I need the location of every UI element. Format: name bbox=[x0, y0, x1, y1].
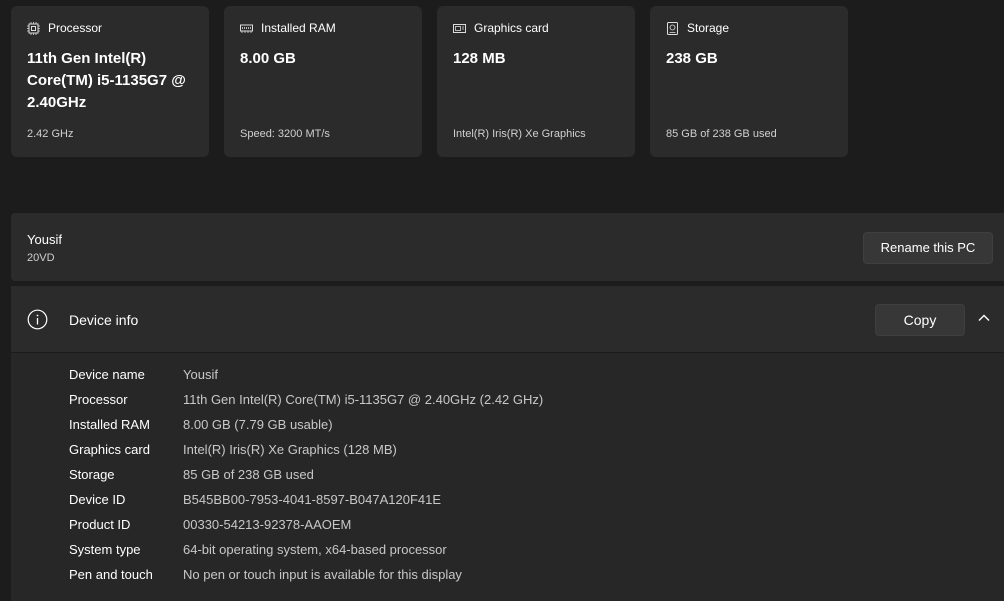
card-header: Installed RAM bbox=[240, 20, 406, 36]
rename-pc-button[interactable]: Rename this PC bbox=[863, 232, 993, 264]
card-value: 8.00 GB bbox=[240, 50, 296, 67]
device-info-header[interactable]: Device info Copy bbox=[11, 286, 1004, 353]
spec-value: 85 GB of 238 GB used bbox=[183, 467, 314, 482]
card-subtext: 85 GB of 238 GB used bbox=[666, 128, 777, 140]
card-value: 238 GB bbox=[666, 50, 718, 67]
spec-value: 8.00 GB (7.79 GB usable) bbox=[183, 417, 333, 432]
spec-label: Processor bbox=[69, 392, 128, 407]
spec-label: System type bbox=[69, 542, 141, 557]
processor-icon bbox=[27, 21, 40, 35]
card-subtext: Intel(R) Iris(R) Xe Graphics bbox=[453, 128, 586, 140]
card-label: Storage bbox=[687, 21, 730, 35]
card-value: 128 MB bbox=[453, 50, 506, 67]
spec-label: Device ID bbox=[69, 492, 126, 507]
spec-row-product-id: Product ID 00330-54213-92378-AAOEM bbox=[69, 512, 543, 537]
spec-row-pen-and-touch: Pen and touch No pen or touch input is a… bbox=[69, 562, 543, 587]
spec-label: Graphics card bbox=[69, 442, 150, 457]
spec-label: Product ID bbox=[69, 517, 131, 532]
pc-model: 20VD bbox=[27, 252, 55, 264]
card-header: Storage bbox=[666, 20, 832, 36]
graphics-card-icon bbox=[453, 23, 466, 33]
card-header: Processor bbox=[27, 20, 193, 36]
spec-value: 00330-54213-92378-AAOEM bbox=[183, 517, 352, 532]
spec-row-storage: Storage 85 GB of 238 GB used bbox=[69, 462, 543, 487]
spec-row-device-id: Device ID B545BB00-7953-4041-8597-B047A1… bbox=[69, 487, 543, 512]
spec-value: 64-bit operating system, x64-based proce… bbox=[183, 542, 447, 557]
storage-icon bbox=[667, 21, 678, 35]
spec-value: No pen or touch input is available for t… bbox=[183, 567, 462, 582]
spec-label: Pen and touch bbox=[69, 567, 153, 582]
storage-card: Storage 238 GB 85 GB of 238 GB used bbox=[650, 6, 848, 157]
spec-value: Intel(R) Iris(R) Xe Graphics (128 MB) bbox=[183, 442, 397, 457]
info-icon bbox=[27, 309, 48, 330]
spec-row-installed-ram: Installed RAM 8.00 GB (7.79 GB usable) bbox=[69, 412, 543, 437]
card-subtext: 2.42 GHz bbox=[27, 128, 74, 140]
spec-label: Device name bbox=[69, 367, 145, 382]
pc-name: Yousif bbox=[27, 232, 62, 247]
card-label: Processor bbox=[48, 21, 103, 35]
spec-value: B545BB00-7953-4041-8597-B047A120F41E bbox=[183, 492, 442, 507]
card-label: Graphics card bbox=[474, 21, 549, 35]
device-info-title: Device info bbox=[69, 312, 139, 328]
memory-icon bbox=[240, 24, 253, 33]
processor-card: Processor 11th Gen Intel(R) Core(TM) i5-… bbox=[11, 6, 209, 157]
card-label: Installed RAM bbox=[261, 21, 336, 35]
device-spec-list: Device name Yousif Processor 11th Gen In… bbox=[69, 362, 543, 587]
spec-label: Storage bbox=[69, 467, 115, 482]
card-subtext: Speed: 3200 MT/s bbox=[240, 128, 330, 140]
ram-card: Installed RAM 8.00 GB Speed: 3200 MT/s bbox=[224, 6, 422, 157]
card-value: 11th Gen Intel(R) Core(TM) i5-1135G7 @ 2… bbox=[27, 50, 186, 111]
spec-row-device-name: Device name Yousif bbox=[69, 362, 543, 387]
spec-row-processor: Processor 11th Gen Intel(R) Core(TM) i5-… bbox=[69, 387, 543, 412]
device-info-section: Device info Copy Device name Yousif Proc… bbox=[11, 286, 1004, 601]
pc-name-row: Yousif 20VD Rename this PC bbox=[11, 213, 1004, 281]
spec-value: Yousif bbox=[183, 367, 218, 382]
card-header: Graphics card bbox=[453, 20, 619, 36]
copy-button[interactable]: Copy bbox=[875, 304, 965, 336]
spec-row-system-type: System type 64-bit operating system, x64… bbox=[69, 537, 543, 562]
spec-value: 11th Gen Intel(R) Core(TM) i5-1135G7 @ 2… bbox=[183, 392, 544, 407]
spec-row-graphics-card: Graphics card Intel(R) Iris(R) Xe Graphi… bbox=[69, 437, 543, 462]
spec-label: Installed RAM bbox=[69, 417, 150, 432]
spec-cards: Processor 11th Gen Intel(R) Core(TM) i5-… bbox=[11, 6, 848, 157]
graphics-card: Graphics card 128 MB Intel(R) Iris(R) Xe… bbox=[437, 6, 635, 157]
chevron-up-icon[interactable] bbox=[977, 313, 991, 323]
